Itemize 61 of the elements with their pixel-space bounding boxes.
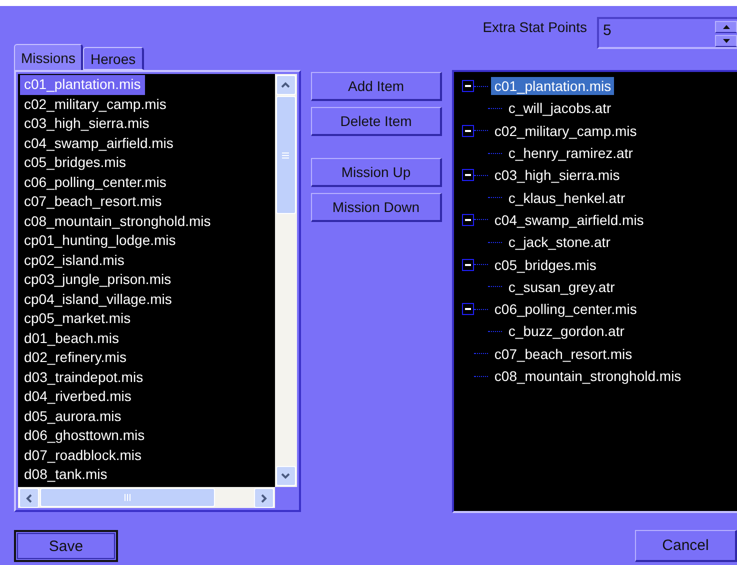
down-arrow-icon[interactable] (722, 39, 730, 43)
action-button[interactable]: Mission Down (310, 193, 442, 222)
tree-item[interactable]: c_jack_stone.atr (505, 233, 614, 252)
mission-list-item[interactable]: d01_beach.mis (20, 328, 123, 348)
mission-list-item[interactable]: c08_mountain_stronghold.mis (20, 212, 215, 231)
mission-list-item[interactable]: cp04_island_village.mis (20, 290, 176, 309)
collapse-icon[interactable] (462, 124, 474, 137)
mission-list-item[interactable]: d02_refinery.mis (20, 348, 130, 368)
collapse-icon[interactable] (462, 258, 474, 271)
collapse-icon[interactable] (462, 214, 474, 226)
mission-list-item[interactable]: c04_swamp_airfield.mis (20, 134, 178, 153)
mission-list-item[interactable]: d07_roadblock.mis (20, 446, 146, 465)
mission-list-item[interactable]: c05_bridges.mis (20, 153, 130, 172)
stat-points-spinner[interactable]: 5 (597, 17, 737, 49)
mission-list-item[interactable]: c06_polling_center.mis (20, 172, 170, 192)
mission-list-item[interactable]: cp02_island.mis (20, 250, 128, 270)
mission-list-item[interactable]: d06_ghosttown.mis (20, 426, 149, 446)
mission-list-item[interactable]: c07_beach_resort.mis (20, 192, 166, 212)
mission-list-item[interactable]: d04_riverbed.mis (20, 387, 136, 406)
collapse-icon[interactable] (462, 303, 474, 316)
tree-item[interactable]: c04_swamp_airfield.mis (491, 210, 647, 229)
mission-list-item[interactable]: d05_aurora.mis (20, 406, 126, 426)
tree-item[interactable]: c_buzz_gordon.atr (505, 322, 628, 340)
vertical-scrollbar[interactable] (274, 74, 297, 487)
horizontal-scrollbar[interactable] (18, 487, 275, 508)
mission-list-item[interactable]: d03_traindepot.mis (20, 368, 148, 387)
extra-stat-points-label: Extra Stat Points (482, 19, 587, 35)
mission-list-item[interactable]: cp03_jungle_prison.mis (20, 270, 176, 290)
tree-item[interactable]: c02_military_camp.mis (491, 122, 640, 140)
tree-item[interactable]: c05_bridges.mis (491, 256, 600, 274)
action-button[interactable]: Add Item (310, 72, 442, 101)
save-button[interactable]: Save (14, 530, 118, 562)
tree-item[interactable]: c03_high_sierra.mis (491, 166, 623, 184)
mission-list-item[interactable]: c02_military_camp.mis (20, 94, 170, 114)
action-button[interactable]: Mission Up (310, 158, 442, 187)
grip-icon[interactable] (124, 494, 131, 501)
action-button[interactable]: Delete Item (310, 107, 442, 136)
tree-item[interactable]: c01_plantation.mis (491, 77, 614, 96)
tab[interactable]: Missions (14, 44, 84, 70)
mission-list-item[interactable]: c01_plantation.mis (20, 75, 145, 94)
cancel-button[interactable]: Cancel (635, 530, 737, 562)
mission-list-item[interactable]: cp01_hunting_lodge.mis (20, 231, 180, 250)
tab[interactable]: Heroes (83, 47, 144, 70)
mission-list-item[interactable]: cp05_market.mis (20, 309, 135, 328)
up-arrow-icon[interactable] (722, 25, 730, 29)
mission-list-item[interactable]: d08_tank.mis (20, 465, 112, 484)
right-chevron-icon[interactable] (260, 494, 267, 502)
collapse-icon[interactable] (462, 80, 474, 92)
left-chevron-icon[interactable] (26, 494, 32, 502)
tree-item[interactable]: c_susan_grey.atr (505, 278, 618, 296)
down-chevron-icon[interactable] (281, 473, 290, 479)
tree-item[interactable]: c_will_jacobs.atr (505, 99, 614, 118)
up-chevron-icon[interactable] (281, 82, 290, 88)
mission-list-item[interactable]: c03_high_sierra.mis (20, 114, 154, 134)
tree-item[interactable]: c_henry_ramirez.atr (505, 144, 636, 162)
collapse-icon[interactable] (462, 169, 474, 182)
grip-icon[interactable] (282, 152, 290, 158)
tree-item[interactable]: c07_beach_resort.mis (491, 344, 636, 363)
tree-item[interactable]: c06_polling_center.mis (491, 300, 640, 318)
tree-item[interactable]: c08_mountain_stronghold.mis (491, 367, 684, 385)
tree-item[interactable]: c_klaus_henkel.atr (505, 188, 628, 207)
